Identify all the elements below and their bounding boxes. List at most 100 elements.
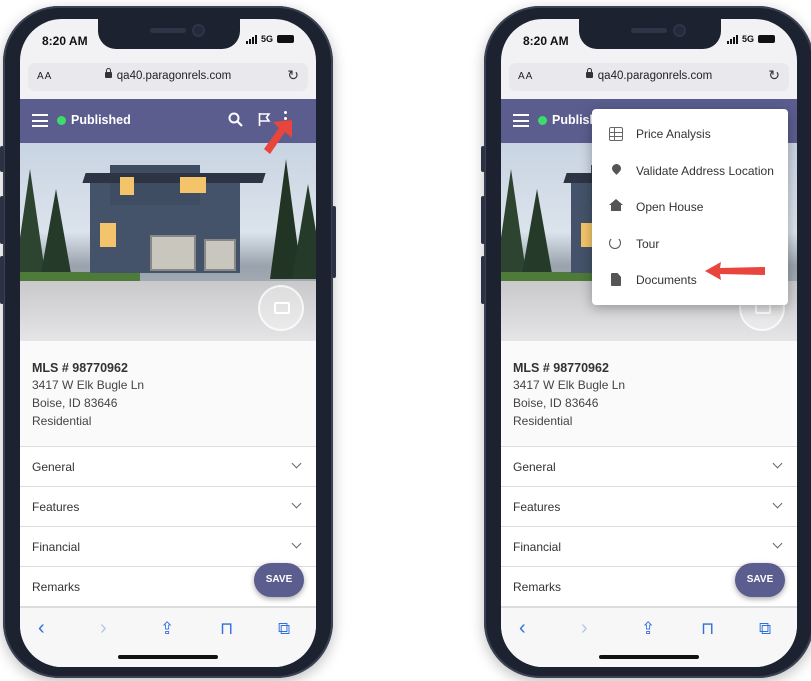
back-icon[interactable]: ‹ bbox=[38, 617, 45, 640]
section-financial[interactable]: Financial bbox=[501, 527, 797, 567]
menu-item-label: Validate Address Location bbox=[636, 163, 774, 178]
forward-icon[interactable]: › bbox=[581, 617, 588, 640]
share-icon[interactable]: ⇪ bbox=[641, 619, 655, 639]
tutorial-stage: 8:20 AM 5G AA qa40.paragonrels.com ↻ Pub… bbox=[0, 0, 811, 681]
chevron-down-icon bbox=[772, 458, 783, 469]
mls-number: MLS # 98770962 bbox=[513, 361, 609, 375]
volume-down-button bbox=[0, 256, 4, 304]
menu-item-validate-address[interactable]: Validate Address Location bbox=[592, 153, 788, 190]
section-label: Remarks bbox=[513, 580, 562, 594]
menu-item-label: Tour bbox=[636, 236, 660, 251]
power-button bbox=[332, 206, 336, 278]
chevron-down-icon bbox=[772, 538, 783, 549]
section-label: Financial bbox=[32, 540, 81, 554]
network-label: 5G bbox=[260, 34, 273, 44]
menu-item-price-analysis[interactable]: Price Analysis bbox=[592, 116, 788, 153]
network-label: 5G bbox=[741, 34, 754, 44]
bookmarks-icon[interactable]: ⊓ bbox=[701, 619, 714, 639]
url-text: qa40.paragonrels.com bbox=[597, 70, 713, 82]
chevron-down-icon bbox=[291, 498, 302, 509]
home-indicator bbox=[599, 655, 699, 659]
section-label: Features bbox=[32, 500, 80, 514]
status-dot bbox=[57, 116, 66, 125]
tour-icon bbox=[609, 236, 621, 249]
section-financial[interactable]: Financial bbox=[20, 527, 316, 567]
address-bar[interactable]: AA qa40.paragonrels.com ↻ bbox=[509, 63, 789, 91]
property-type: Residential bbox=[32, 414, 92, 428]
property-type: Residential bbox=[513, 414, 573, 428]
section-label: General bbox=[513, 460, 556, 474]
lock-icon bbox=[585, 68, 593, 78]
status-dot bbox=[538, 116, 547, 125]
edit-photos-button[interactable] bbox=[258, 285, 304, 331]
listing-summary: MLS # 98770962 3417 W Elk Bugle Ln Boise… bbox=[20, 341, 316, 447]
chevron-down-icon bbox=[772, 498, 783, 509]
section-label: General bbox=[32, 460, 75, 474]
reload-icon[interactable]: ↻ bbox=[287, 67, 299, 84]
url-text: qa40.paragonrels.com bbox=[116, 70, 232, 82]
battery-icon bbox=[277, 35, 294, 43]
volume-up-button bbox=[0, 196, 4, 244]
notch bbox=[579, 19, 721, 49]
screen: 8:20 AM 5G AA qa40.paragonrels.com ↻ Pub… bbox=[501, 19, 797, 667]
listing-summary: MLS # 98770962 3417 W Elk Bugle Ln Boise… bbox=[501, 341, 797, 447]
url-display[interactable]: qa40.paragonrels.com bbox=[28, 68, 308, 82]
menu-item-tour[interactable]: Tour bbox=[592, 226, 788, 263]
address-line-2: Boise, ID 83646 bbox=[32, 396, 118, 410]
battery-icon bbox=[758, 35, 775, 43]
screen: 8:20 AM 5G AA qa40.paragonrels.com ↻ Pub… bbox=[20, 19, 316, 667]
menu-icon[interactable] bbox=[32, 114, 48, 127]
section-label: Financial bbox=[513, 540, 562, 554]
reload-icon[interactable]: ↻ bbox=[768, 67, 780, 84]
address-line-2: Boise, ID 83646 bbox=[513, 396, 599, 410]
notch bbox=[98, 19, 240, 49]
forward-icon[interactable]: › bbox=[100, 617, 107, 640]
section-general[interactable]: General bbox=[20, 447, 316, 487]
tabs-icon[interactable]: ⧉ bbox=[278, 619, 290, 639]
menu-icon[interactable] bbox=[513, 114, 529, 127]
address-line-1: 3417 W Elk Bugle Ln bbox=[513, 378, 626, 392]
menu-item-label: Price Analysis bbox=[636, 127, 711, 141]
back-icon[interactable]: ‹ bbox=[519, 617, 526, 640]
location-pin-icon bbox=[610, 161, 623, 175]
signal-indicator: 5G bbox=[245, 34, 294, 44]
clock: 8:20 AM bbox=[42, 34, 88, 48]
volume-up-button bbox=[481, 196, 485, 244]
mute-switch bbox=[481, 146, 485, 172]
signal-bars-icon bbox=[245, 34, 257, 44]
document-icon bbox=[611, 273, 621, 286]
save-button[interactable]: SAVE bbox=[735, 563, 785, 597]
grid-icon bbox=[609, 127, 623, 141]
home-icon bbox=[609, 199, 623, 211]
browser-toolbar: ‹ › ⇪ ⊓ ⧉ bbox=[20, 607, 316, 667]
phone-left: 8:20 AM 5G AA qa40.paragonrels.com ↻ Pub… bbox=[0, 6, 336, 678]
mute-switch bbox=[0, 146, 4, 172]
tabs-icon[interactable]: ⧉ bbox=[759, 619, 771, 639]
listing-photo bbox=[20, 143, 316, 341]
home-indicator bbox=[118, 655, 218, 659]
lock-icon bbox=[104, 68, 112, 78]
chevron-down-icon bbox=[291, 458, 302, 469]
search-icon[interactable] bbox=[228, 112, 243, 127]
section-label: Remarks bbox=[32, 580, 81, 594]
section-general[interactable]: General bbox=[501, 447, 797, 487]
bookmarks-icon[interactable]: ⊓ bbox=[220, 619, 233, 639]
mls-number: MLS # 98770962 bbox=[32, 361, 128, 375]
url-display[interactable]: qa40.paragonrels.com bbox=[509, 68, 789, 82]
annotation-arrow bbox=[264, 120, 292, 154]
menu-item-label: Documents bbox=[636, 273, 697, 287]
signal-indicator: 5G bbox=[726, 34, 775, 44]
signal-bars-icon bbox=[726, 34, 738, 44]
share-icon[interactable]: ⇪ bbox=[160, 619, 174, 639]
section-features[interactable]: Features bbox=[501, 487, 797, 527]
menu-item-open-house[interactable]: Open House bbox=[592, 189, 788, 226]
clock: 8:20 AM bbox=[523, 34, 569, 48]
address-line-1: 3417 W Elk Bugle Ln bbox=[32, 378, 145, 392]
save-button[interactable]: SAVE bbox=[254, 563, 304, 597]
volume-down-button bbox=[481, 256, 485, 304]
status-label: Published bbox=[71, 113, 131, 127]
image-icon bbox=[274, 302, 290, 314]
address-bar[interactable]: AA qa40.paragonrels.com ↻ bbox=[28, 63, 308, 91]
menu-item-label: Open House bbox=[636, 200, 704, 214]
section-features[interactable]: Features bbox=[20, 487, 316, 527]
